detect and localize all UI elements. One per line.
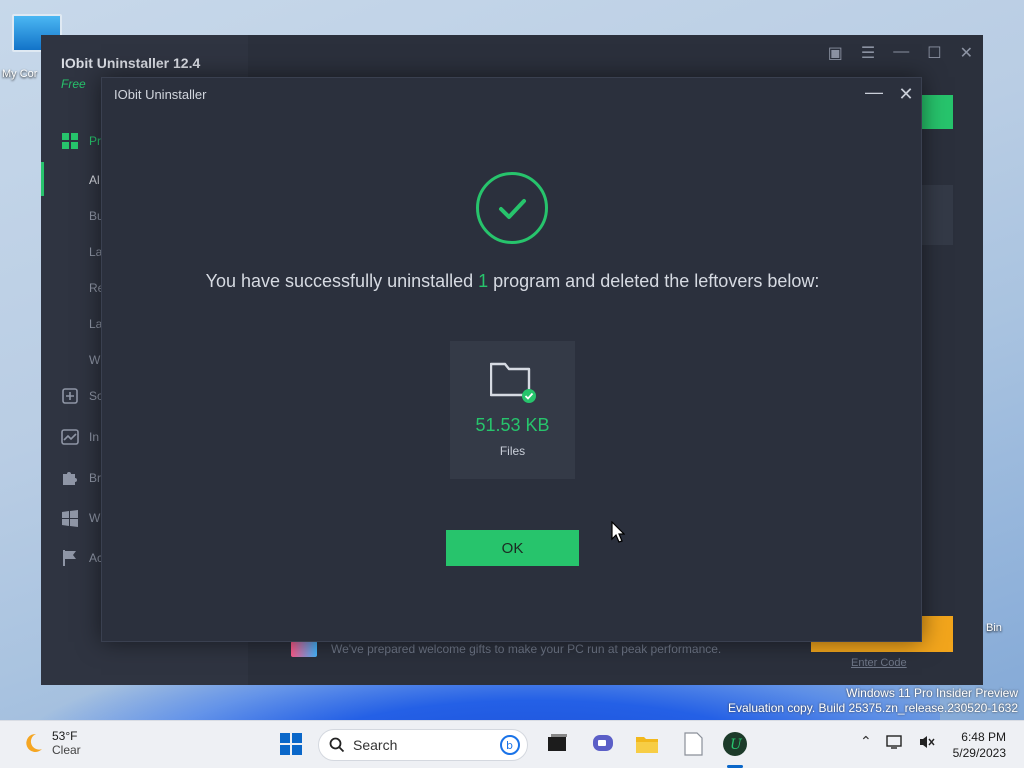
sidebar-item-label: Pr <box>89 134 101 148</box>
sidebar-selection-indicator <box>41 162 44 196</box>
start-icon[interactable] <box>278 731 304 757</box>
watermark-line2: Evaluation copy. Build 25375.zn_release.… <box>728 701 1018 715</box>
svg-text:U: U <box>730 737 743 753</box>
clock-time: 6:48 PM <box>961 730 1006 744</box>
search-icon <box>329 737 345 753</box>
taskbar-search[interactable]: Search b <box>318 729 528 761</box>
enter-code-link[interactable]: Enter Code <box>851 657 907 669</box>
leftover-files-card: 51.53 KB Files <box>450 341 575 479</box>
grid-icon <box>62 133 78 149</box>
recycle-bin-icon <box>986 582 1006 622</box>
files-label: Files <box>499 444 526 458</box>
volume-muted-icon[interactable] <box>918 734 936 750</box>
app-edition: Free <box>61 77 86 91</box>
checkmark-icon <box>499 199 526 219</box>
minimize-icon[interactable]: — <box>893 43 909 63</box>
menu-icon[interactable]: ☰ <box>861 43 875 63</box>
maximize-icon[interactable]: ☐ <box>927 43 941 63</box>
sidebar-item-label: W <box>89 353 101 367</box>
watermark-line1: Windows 11 Pro Insider Preview <box>846 686 1018 700</box>
system-tray: ⌃ <box>860 733 936 750</box>
search-label: Search <box>353 737 398 753</box>
dialog-title: IObit Uninstaller <box>114 87 207 102</box>
task-view-icon[interactable] <box>544 731 570 757</box>
taskbar-clock[interactable]: 6:48 PM 5/29/2023 <box>953 729 1006 761</box>
message-prefix: You have successfully uninstalled <box>205 271 479 291</box>
file-explorer-icon[interactable] <box>634 731 660 757</box>
success-check-icon <box>476 172 548 244</box>
windows-icon <box>62 510 78 527</box>
sidebar-item-label: Br <box>89 471 101 485</box>
chart-icon <box>61 429 79 445</box>
gift-icon <box>291 641 317 657</box>
sidebar-item-label: In <box>89 430 100 444</box>
weather-temp: 53°F <box>52 729 78 743</box>
gift-text: We've prepared welcome gifts to make you… <box>331 642 722 656</box>
success-message: You have successfully uninstalled 1 prog… <box>102 271 923 292</box>
chevron-up-icon[interactable]: ⌃ <box>860 733 872 750</box>
chat-icon[interactable] <box>590 731 616 757</box>
app-window-controls: ▣ ☰ — ☐ ✕ <box>828 43 973 63</box>
notepad-icon[interactable] <box>680 731 706 757</box>
flag-icon <box>63 550 76 566</box>
puzzle-icon <box>63 472 77 485</box>
desktop-icon-recycle-bin[interactable]: Bin <box>986 582 1006 634</box>
program-row-partial <box>921 185 953 245</box>
iobit-uninstaller-taskbar-icon[interactable]: U <box>722 731 748 757</box>
program-count: 1 <box>478 271 489 291</box>
uninstall-complete-dialog: IObit Uninstaller — ✕ You have successfu… <box>101 77 922 642</box>
sidebar-item-label: Al <box>89 173 100 187</box>
dialog-minimize-icon[interactable]: — <box>864 83 884 104</box>
mouse-cursor-icon <box>611 521 625 543</box>
moon-icon <box>26 733 42 752</box>
software-icon <box>62 388 78 404</box>
toolbox-icon[interactable]: ▣ <box>828 43 843 63</box>
folder-check-icon <box>490 362 536 403</box>
gift-banner: We've prepared welcome gifts to make you… <box>291 641 721 657</box>
network-icon[interactable] <box>886 734 904 750</box>
weather-widget[interactable]: 53°F Clear <box>20 729 81 757</box>
taskbar: 53°F Clear Search b U ⌃ 6:48 PM 5/29/202… <box>0 720 1024 768</box>
dialog-close-icon[interactable]: ✕ <box>896 84 916 104</box>
svg-text:b: b <box>506 739 513 752</box>
uninstall-button-partial[interactable] <box>921 95 953 129</box>
files-size: 51.53 KB <box>475 415 550 435</box>
clock-date: 5/29/2023 <box>952 746 1006 760</box>
ok-button[interactable]: OK <box>446 530 579 566</box>
desktop-icon-label: Bin <box>986 622 1002 634</box>
bing-icon: b <box>500 735 520 755</box>
message-suffix: program and deleted the leftovers below: <box>488 271 820 291</box>
sidebar-item-label: W <box>89 511 101 525</box>
weather-condition: Clear <box>52 743 81 757</box>
close-icon[interactable]: ✕ <box>960 43 973 63</box>
app-title: IObit Uninstaller 12.4 <box>61 55 201 71</box>
